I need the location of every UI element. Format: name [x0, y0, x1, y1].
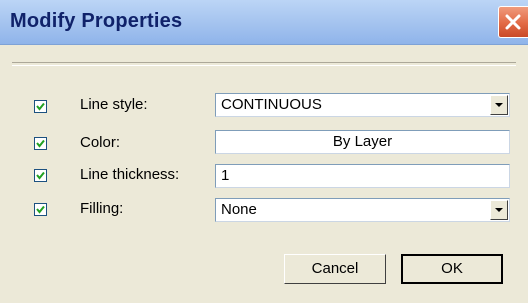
- close-button[interactable]: [498, 6, 528, 38]
- line-style-dropdown-button[interactable]: [490, 95, 508, 115]
- filling-dropdown[interactable]: None: [215, 198, 510, 222]
- line-style-checkbox[interactable]: [34, 100, 47, 113]
- filling-checkbox[interactable]: [34, 203, 47, 216]
- line-thickness-input[interactable]: 1: [215, 164, 510, 188]
- checkmark-icon: [36, 139, 45, 148]
- close-icon: [505, 14, 521, 30]
- dialog-body: Line style: CONTINUOUS Color: By Layer L…: [0, 45, 528, 303]
- chevron-down-icon: [495, 208, 503, 212]
- line-style-label: Line style:: [80, 96, 148, 113]
- title-bar[interactable]: Modify Properties: [0, 0, 528, 45]
- line-thickness-label: Line thickness:: [80, 166, 180, 183]
- filling-value: None: [221, 201, 257, 218]
- line-style-value: CONTINUOUS: [221, 96, 322, 113]
- checkmark-icon: [36, 102, 45, 111]
- line-style-dropdown[interactable]: CONTINUOUS: [215, 93, 510, 117]
- line-thickness-value: 1: [221, 167, 230, 184]
- color-button[interactable]: By Layer: [215, 130, 510, 154]
- checkmark-icon: [36, 205, 45, 214]
- cancel-button[interactable]: Cancel: [284, 254, 386, 284]
- line-thickness-checkbox[interactable]: [34, 169, 47, 182]
- chevron-down-icon: [495, 103, 503, 107]
- dialog-title: Modify Properties: [10, 10, 183, 32]
- checkmark-icon: [36, 171, 45, 180]
- color-checkbox[interactable]: [34, 137, 47, 150]
- color-label: Color:: [80, 134, 121, 151]
- color-value: By Layer: [332, 133, 393, 150]
- ok-button[interactable]: OK: [401, 254, 503, 284]
- filling-dropdown-button[interactable]: [490, 200, 508, 220]
- modify-properties-dialog: Modify Properties Line style: CONTINUOUS…: [0, 0, 528, 303]
- separator: [12, 62, 516, 66]
- filling-label: Filling:: [80, 200, 124, 217]
